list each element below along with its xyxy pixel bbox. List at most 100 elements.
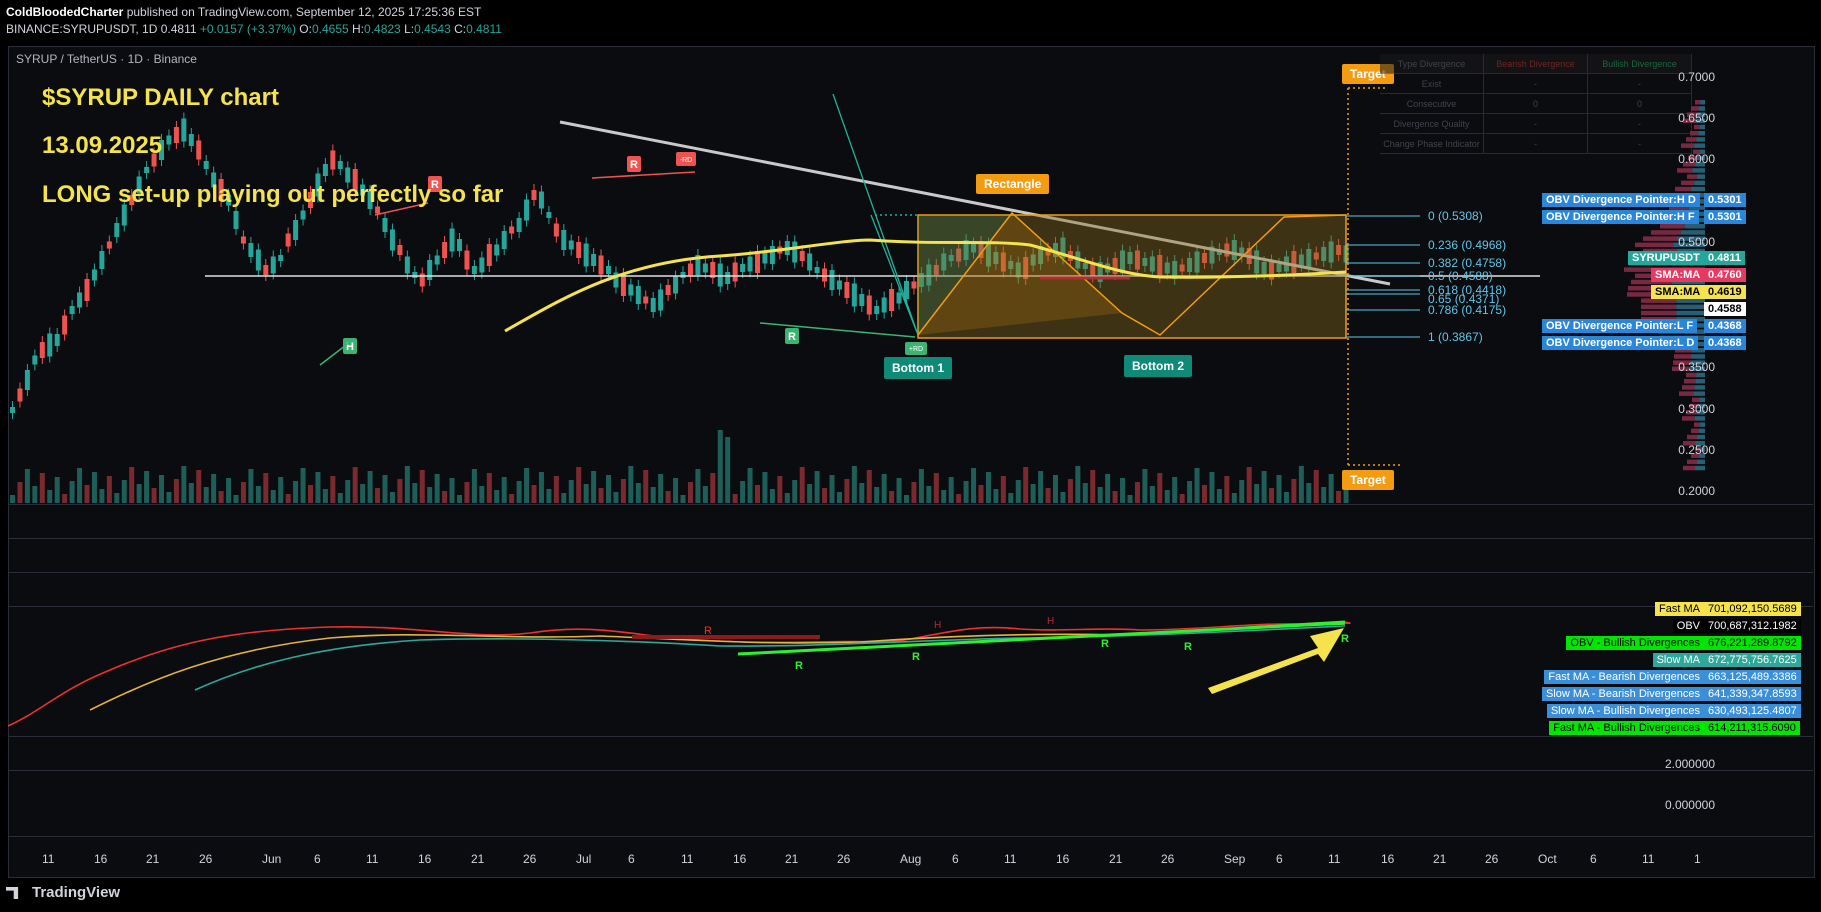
- sma-red-label: SMA:MA: [1651, 268, 1705, 282]
- green-support-line: [759, 322, 916, 338]
- time-axis-label: 26: [1485, 852, 1499, 866]
- volume-profile-bar: [1693, 391, 1705, 396]
- fib-label: 0.382 (0.4758): [1428, 256, 1507, 270]
- volume-bar: [144, 471, 150, 503]
- volume-bar: [1209, 472, 1215, 503]
- candle: [77, 292, 83, 308]
- candle: [47, 333, 53, 357]
- volume-profile-bar: [1695, 465, 1705, 471]
- volume-bar: [1194, 468, 1200, 503]
- price-axis-label: 0.5000: [1678, 235, 1715, 249]
- minus-rd-marker: -RD: [676, 152, 696, 166]
- time-axis-label: 21: [1433, 852, 1447, 866]
- indicator-row-label: Slow MA - Bearish Divergences: [1541, 687, 1704, 701]
- candle: [382, 218, 388, 232]
- volume-bar: [494, 490, 500, 503]
- indicator-row-label: Fast MA - Bearish Divergences: [1544, 670, 1704, 684]
- volume-bar: [457, 495, 462, 503]
- volume-bar: [628, 466, 634, 503]
- svg-text:R: R: [630, 159, 638, 171]
- volume-bar: [755, 485, 760, 503]
- volume-bar: [1120, 478, 1126, 503]
- candle: [24, 370, 30, 390]
- fib-label: 1 (0.3867): [1428, 330, 1483, 344]
- time-axis-label: 16: [418, 852, 432, 866]
- volume-bar: [1313, 470, 1319, 503]
- candle: [99, 251, 105, 269]
- candle: [516, 218, 522, 232]
- volume-bar: [836, 492, 842, 503]
- indicator-row-label: OBV - Bullish Divergences: [1566, 636, 1704, 650]
- volume-bar: [740, 481, 746, 503]
- volume-bar: [427, 487, 433, 503]
- volume-bar: [576, 467, 582, 503]
- volume-bar: [345, 480, 351, 503]
- volume-bar: [188, 483, 194, 503]
- volume-bar: [673, 478, 679, 503]
- indicator-row-value: 672,775,756.7625: [1704, 653, 1801, 667]
- obv-pointer-hd-label: OBV Divergence Pointer:H D: [1542, 193, 1700, 207]
- tradingview-logo[interactable]: TradingView: [6, 884, 120, 901]
- candle: [568, 240, 574, 250]
- volume-profile-bar: [1651, 230, 1681, 235]
- volume-bar: [1216, 489, 1222, 503]
- r-marker-red-2: R: [627, 156, 641, 172]
- volume-profile-bar: [1694, 180, 1705, 186]
- volume-bar: [1291, 479, 1297, 503]
- volume-bar: [337, 493, 343, 503]
- candle: [173, 127, 179, 143]
- time-axis-label: 11: [366, 852, 379, 866]
- candle: [591, 254, 597, 266]
- rectangle-callout[interactable]: Rectangle: [976, 174, 1050, 194]
- volume-bar: [1075, 466, 1081, 503]
- svg-text:R: R: [1184, 641, 1192, 653]
- volume-bar: [1187, 481, 1193, 503]
- candle: [494, 244, 500, 256]
- candle: [69, 306, 75, 314]
- candle: [270, 256, 276, 274]
- indicator-row-label: OBV: [1672, 619, 1704, 633]
- price-axis-label: 0.3000: [1678, 402, 1715, 416]
- volume-bar: [516, 481, 522, 503]
- candle: [442, 242, 448, 258]
- candle: [792, 241, 798, 263]
- bottom2-tag[interactable]: Bottom 2: [1124, 355, 1192, 377]
- indicator-row-value: 676,221,289.8792: [1704, 636, 1801, 650]
- candle: [643, 296, 649, 304]
- price-axis-label: 0.2000: [1678, 484, 1715, 498]
- candle: [665, 285, 671, 295]
- volume-bar: [226, 478, 232, 503]
- obv-pointer-lf-label: OBV Divergence Pointer:L F: [1542, 319, 1698, 333]
- candle: [911, 281, 917, 289]
- candle: [896, 292, 902, 304]
- indicator-row-value: 641,339,347.8593: [1704, 687, 1801, 701]
- volume-profile-bar: [1691, 354, 1705, 359]
- volume-bar: [1105, 474, 1111, 503]
- time-axis-label: 6: [314, 852, 321, 866]
- volume-profile-bar: [1682, 416, 1695, 421]
- fib-label: 0 (0.5308): [1428, 209, 1483, 223]
- volume-bar: [807, 484, 813, 503]
- candle: [807, 253, 813, 271]
- indicator-row-label: Fast MA - Bullish Divergences: [1549, 721, 1704, 735]
- volume-profile-bar: [1700, 422, 1705, 427]
- volume-bar: [99, 489, 105, 503]
- bottom1-tag[interactable]: Bottom 1: [884, 357, 952, 379]
- volume-bar: [784, 493, 790, 503]
- volume-bar: [91, 472, 97, 503]
- volume-bar: [911, 482, 917, 503]
- volume-bar: [404, 466, 410, 503]
- target-bottom-callout[interactable]: Target: [1342, 470, 1394, 490]
- volume-bar: [181, 466, 187, 503]
- volume-profile-bar: [1679, 391, 1694, 396]
- volume-bar: [1112, 491, 1118, 503]
- volume-bar: [218, 491, 224, 503]
- time-axis-label: 16: [1381, 852, 1395, 866]
- time-axis-label: 21: [146, 852, 160, 866]
- divergence-table: Type Divergence Bearish Divergence Bulli…: [1380, 54, 1692, 154]
- volume-bar: [1082, 483, 1088, 503]
- candle: [54, 334, 60, 346]
- time-axis-label: 11: [42, 852, 55, 866]
- volume-bar: [434, 474, 440, 503]
- volume-bar: [479, 486, 485, 503]
